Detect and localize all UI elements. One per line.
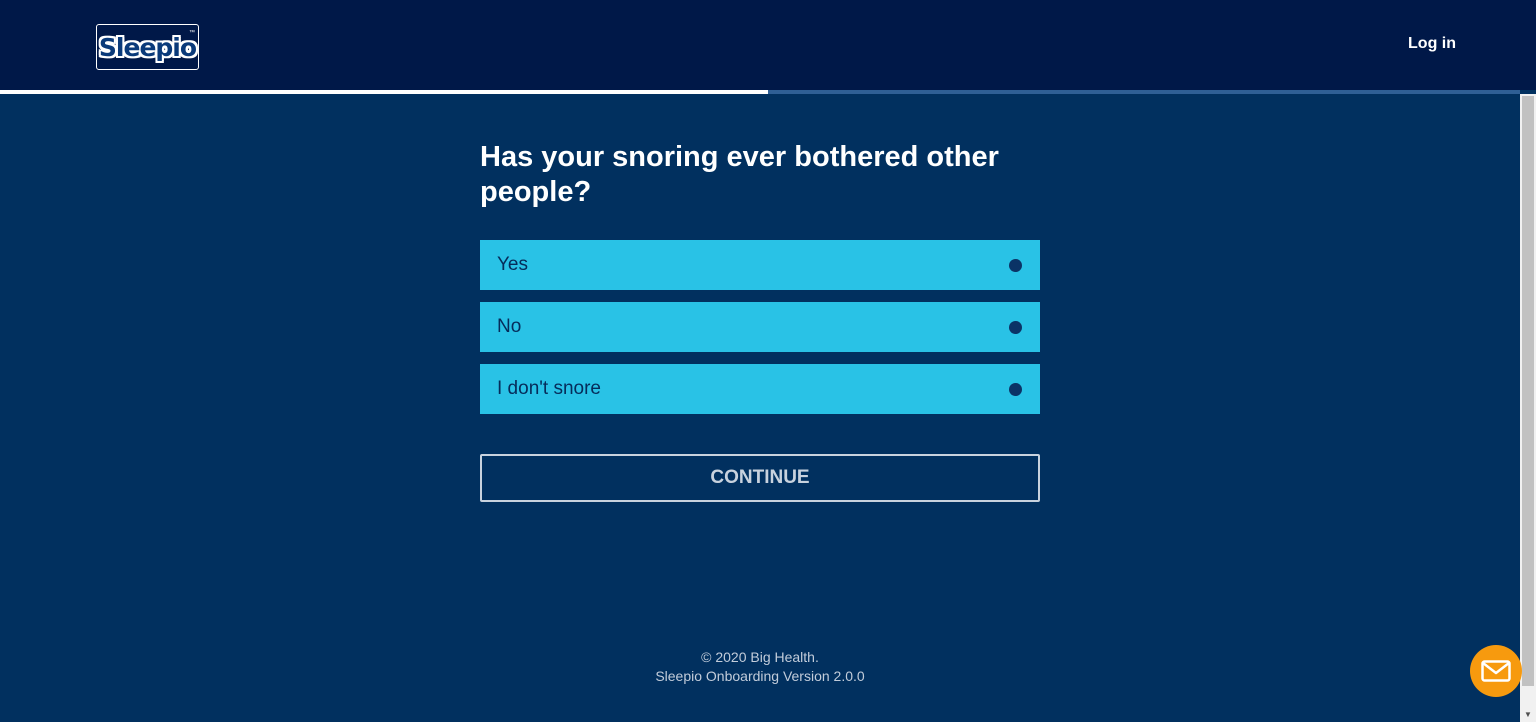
question-panel: Has your snoring ever bothered other peo… (480, 140, 1040, 502)
option-label: I don't snore (497, 378, 601, 399)
sleepio-logo[interactable]: Sleepio ™ (96, 24, 199, 70)
option-no[interactable]: No (480, 302, 1040, 352)
version-text: Sleepio Onboarding Version 2.0.0 (655, 668, 865, 684)
scrollbar-thumb[interactable] (1522, 96, 1534, 686)
option-label: Yes (497, 254, 528, 275)
logo-trademark: ™ (189, 30, 195, 36)
top-header: Sleepio ™ Log in (0, 0, 1536, 90)
question-title: Has your snoring ever bothered other peo… (480, 141, 999, 208)
progress-bar (0, 90, 1520, 94)
logo-text: Sleepio (98, 32, 197, 62)
footer: © 2020 Big Health. Sleepio Onboarding Ve… (480, 648, 1040, 686)
copyright-text: © 2020 Big Health. (701, 649, 819, 665)
mail-icon (1481, 660, 1511, 682)
continue-button[interactable]: CONTINUE (480, 454, 1040, 502)
progress-fill (0, 90, 768, 94)
vertical-scrollbar[interactable]: ▼ (1520, 94, 1536, 722)
option-yes[interactable]: Yes (480, 240, 1040, 290)
radio-dot-icon (1009, 258, 1022, 272)
scroll-down-arrow-icon[interactable]: ▼ (1520, 706, 1536, 722)
option-label: No (497, 316, 522, 337)
login-link[interactable]: Log in (1408, 35, 1456, 53)
radio-dot-icon (1009, 320, 1022, 334)
option-dont-snore[interactable]: I don't snore (480, 364, 1040, 414)
answer-options: Yes No I don't snore (480, 240, 1040, 414)
chat-button[interactable] (1470, 645, 1522, 697)
radio-dot-icon (1009, 382, 1022, 396)
